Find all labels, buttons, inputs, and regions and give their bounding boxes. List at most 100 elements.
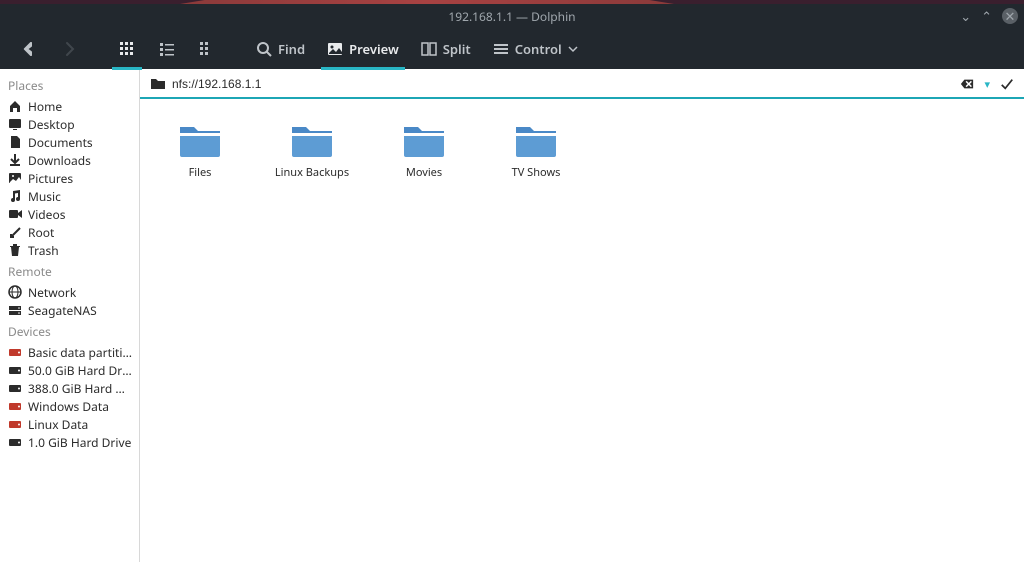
sidebar-item-documents[interactable]: Documents bbox=[0, 133, 139, 151]
content-area: ▾ Files Linux Backups Movies TV Sh bbox=[140, 69, 1024, 562]
places-sidebar[interactable]: PlacesHomeDesktopDocumentsDownloadsPictu… bbox=[0, 69, 140, 562]
sidebar-item-label: 1.0 GiB Hard Drive bbox=[28, 434, 131, 451]
sidebar-item-label: Desktop bbox=[28, 116, 75, 133]
folder-label: Files bbox=[189, 165, 212, 180]
sidebar-item-label: Root bbox=[28, 224, 54, 241]
sidebar-section-header: Devices bbox=[0, 319, 139, 343]
nav-back-button[interactable] bbox=[14, 29, 44, 69]
sidebar-item-label: 388.0 GiB Hard Drive bbox=[28, 380, 133, 397]
folder-icon bbox=[178, 123, 222, 159]
hamburger-icon bbox=[493, 41, 509, 57]
sidebar-item-seagatenas[interactable]: SeagateNAS bbox=[0, 301, 139, 319]
split-label: Split bbox=[443, 40, 471, 58]
pictures-icon bbox=[8, 171, 22, 185]
titlebar-accent bbox=[180, 0, 674, 4]
sidebar-section-header: Places bbox=[0, 73, 139, 97]
sidebar-item-basic-data-partition[interactable]: Basic data partition bbox=[0, 343, 139, 361]
folder-icon bbox=[150, 76, 166, 92]
main-area: PlacesHomeDesktopDocumentsDownloadsPictu… bbox=[0, 69, 1024, 562]
preview-button[interactable]: Preview bbox=[321, 29, 405, 69]
view-details-button[interactable] bbox=[192, 29, 222, 69]
folder-icon bbox=[514, 123, 558, 159]
sidebar-item-desktop[interactable]: Desktop bbox=[0, 115, 139, 133]
nav-forward-button[interactable] bbox=[54, 29, 84, 69]
folder-item[interactable]: Movies bbox=[388, 123, 460, 180]
sidebar-item-label: SeagateNAS bbox=[28, 302, 97, 319]
maximize-button[interactable]: ⌃ bbox=[981, 7, 992, 25]
sidebar-item-root[interactable]: Root bbox=[0, 223, 139, 241]
drive-red-icon bbox=[8, 345, 22, 359]
downloads-icon bbox=[8, 153, 22, 167]
sidebar-item-label: Trash bbox=[28, 242, 59, 259]
dropdown-icon[interactable]: ▾ bbox=[984, 77, 990, 92]
sidebar-item-label: Home bbox=[28, 98, 62, 115]
sidebar-item-pictures[interactable]: Pictures bbox=[0, 169, 139, 187]
toolbar: Find Preview Split Control bbox=[0, 28, 1024, 69]
folder-icon bbox=[290, 123, 334, 159]
sidebar-item-label: Windows Data bbox=[28, 398, 109, 415]
drive-icon bbox=[8, 435, 22, 449]
arrow-left-icon bbox=[21, 41, 37, 57]
path-input[interactable] bbox=[172, 77, 954, 91]
drive-icon bbox=[8, 381, 22, 395]
sidebar-item-label: Linux Data bbox=[28, 416, 88, 433]
view-icons-button[interactable] bbox=[112, 29, 142, 69]
sidebar-item-label: Downloads bbox=[28, 152, 91, 169]
addressbar: ▾ bbox=[140, 69, 1024, 99]
file-grid[interactable]: Files Linux Backups Movies TV Shows bbox=[140, 99, 1024, 562]
documents-icon bbox=[8, 135, 22, 149]
find-button[interactable]: Find bbox=[250, 29, 311, 69]
addressbar-actions: ▾ bbox=[960, 77, 1014, 92]
drive-red-icon bbox=[8, 417, 22, 431]
network-icon bbox=[8, 285, 22, 299]
preview-label: Preview bbox=[349, 40, 399, 58]
folder-label: TV Shows bbox=[512, 165, 561, 180]
compact-icon bbox=[159, 41, 175, 57]
split-button[interactable]: Split bbox=[415, 29, 477, 69]
sidebar-item-network[interactable]: Network bbox=[0, 283, 139, 301]
search-icon bbox=[256, 41, 272, 57]
desktop-icon bbox=[8, 117, 22, 131]
sidebar-item-label: Network bbox=[28, 284, 76, 301]
sidebar-item-windows-data[interactable]: Windows Data bbox=[0, 397, 139, 415]
grid-icon bbox=[119, 41, 135, 57]
sidebar-item-trash[interactable]: Trash bbox=[0, 241, 139, 259]
folder-item[interactable]: TV Shows bbox=[500, 123, 572, 180]
videos-icon bbox=[8, 207, 22, 221]
sidebar-item-linux-data[interactable]: Linux Data bbox=[0, 415, 139, 433]
split-icon bbox=[421, 41, 437, 57]
drive-icon bbox=[8, 363, 22, 377]
home-icon bbox=[8, 99, 22, 113]
go-icon[interactable] bbox=[1000, 77, 1014, 91]
sidebar-item-label: Pictures bbox=[28, 170, 73, 187]
sidebar-item-label: Videos bbox=[28, 206, 65, 223]
sidebar-item-label: Basic data partition bbox=[28, 344, 133, 361]
sidebar-item-label: 50.0 GiB Hard Drive bbox=[28, 362, 133, 379]
window-title: 192.168.1.1 — Dolphin bbox=[448, 8, 575, 25]
nas-icon bbox=[8, 303, 22, 317]
sidebar-item-50-0-gib-hard-drive[interactable]: 50.0 GiB Hard Drive bbox=[0, 361, 139, 379]
find-label: Find bbox=[278, 40, 305, 58]
sidebar-item-label: Documents bbox=[28, 134, 93, 151]
music-icon bbox=[8, 189, 22, 203]
sidebar-item-music[interactable]: Music bbox=[0, 187, 139, 205]
arrow-right-icon bbox=[61, 41, 77, 57]
view-compact-button[interactable] bbox=[152, 29, 182, 69]
preview-icon bbox=[327, 41, 343, 57]
control-button[interactable]: Control bbox=[487, 29, 584, 69]
folder-item[interactable]: Linux Backups bbox=[276, 123, 348, 180]
sidebar-item-home[interactable]: Home bbox=[0, 97, 139, 115]
chevron-down-icon bbox=[568, 44, 578, 54]
close-button[interactable]: ✕ bbox=[1002, 8, 1018, 24]
sidebar-item-388-0-gib-hard-drive[interactable]: 388.0 GiB Hard Drive bbox=[0, 379, 139, 397]
sidebar-item-videos[interactable]: Videos bbox=[0, 205, 139, 223]
folder-item[interactable]: Files bbox=[164, 123, 236, 180]
control-label: Control bbox=[515, 40, 562, 58]
folder-icon bbox=[402, 123, 446, 159]
minimize-button[interactable]: ⌄ bbox=[960, 7, 971, 25]
clear-icon[interactable] bbox=[960, 77, 974, 91]
sidebar-item-label: Music bbox=[28, 188, 61, 205]
sidebar-item-1-0-gib-hard-drive[interactable]: 1.0 GiB Hard Drive bbox=[0, 433, 139, 451]
sidebar-item-downloads[interactable]: Downloads bbox=[0, 151, 139, 169]
drive-red-icon bbox=[8, 399, 22, 413]
